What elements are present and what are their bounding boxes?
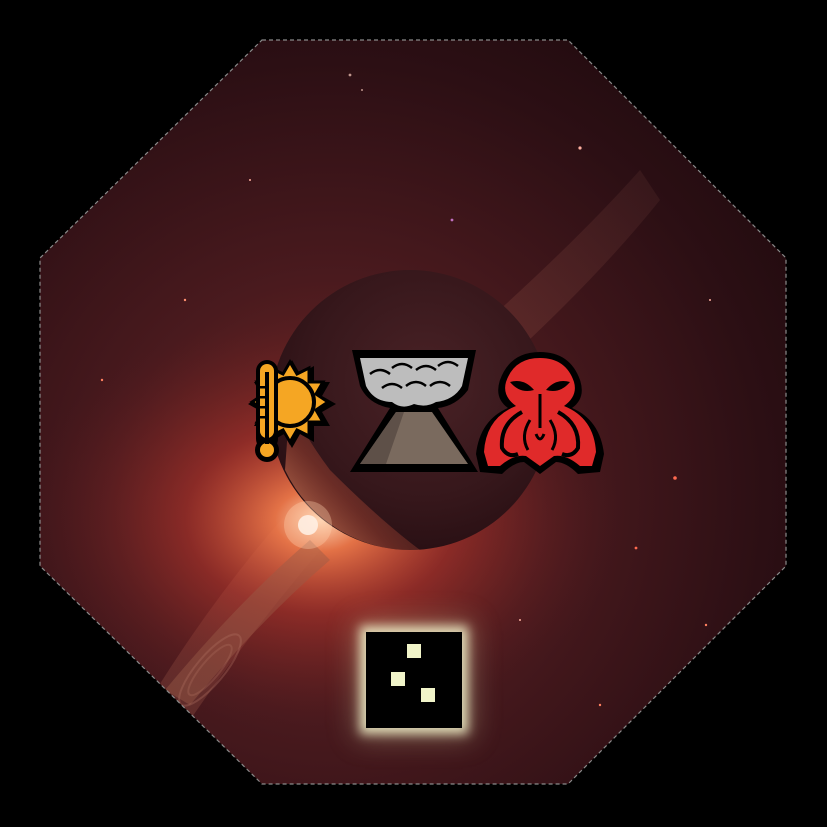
game-board	[0, 0, 827, 827]
marker-pip	[421, 688, 435, 702]
marker-pip	[391, 672, 405, 686]
marker-pip	[407, 644, 421, 658]
tile-marker-icon[interactable]	[366, 632, 462, 728]
